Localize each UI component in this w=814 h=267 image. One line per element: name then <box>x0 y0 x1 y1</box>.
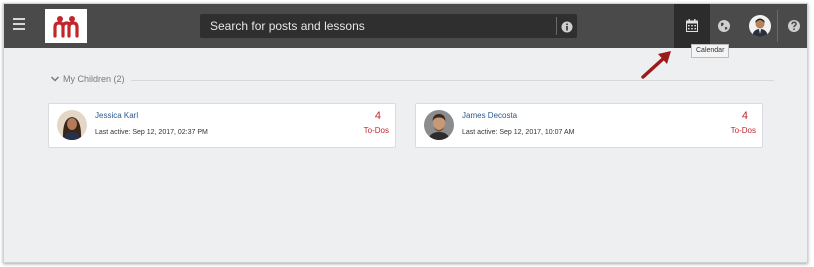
toolbar-divider <box>777 10 778 42</box>
info-icon[interactable] <box>561 20 573 33</box>
help-icon[interactable] <box>787 19 801 33</box>
todo-label: To-Dos <box>363 126 389 135</box>
avatar[interactable] <box>749 15 771 37</box>
calendar-button[interactable] <box>674 4 710 48</box>
todo-label: To-Dos <box>730 126 756 135</box>
globe-icon[interactable] <box>717 19 731 33</box>
todo-count: 4 <box>374 110 381 122</box>
calendar-icon <box>686 19 698 32</box>
calendar-tooltip: Calendar <box>691 44 730 58</box>
child-card[interactable]: James Decosta Last active: Sep 12, 2017,… <box>415 103 763 148</box>
child-photo <box>424 110 454 140</box>
search-divider <box>556 17 557 35</box>
child-last-active: Last active: Sep 12, 2017, 02:37 PM <box>95 129 208 136</box>
child-photo <box>57 110 87 140</box>
app-window: Calendar My Children (2) Jessica Karl La… <box>3 3 808 263</box>
my-children-toggle[interactable]: My Children (2) <box>50 74 125 84</box>
child-card[interactable]: Jessica Karl Last active: Sep 12, 2017, … <box>48 103 396 148</box>
child-last-active: Last active: Sep 12, 2017, 10:07 AM <box>462 129 575 136</box>
menu-icon[interactable] <box>13 18 25 30</box>
search-input[interactable] <box>200 14 554 38</box>
search-box <box>200 14 577 38</box>
section-title: My Children (2) <box>63 74 125 84</box>
child-name[interactable]: James Decosta <box>462 111 517 120</box>
section-divider <box>131 80 774 81</box>
top-navigation-bar <box>4 4 807 48</box>
chevron-down-icon <box>50 76 60 82</box>
child-name[interactable]: Jessica Karl <box>95 111 138 120</box>
annotation-arrow <box>641 51 671 79</box>
todo-count: 4 <box>741 110 748 122</box>
logo[interactable] <box>45 9 87 43</box>
